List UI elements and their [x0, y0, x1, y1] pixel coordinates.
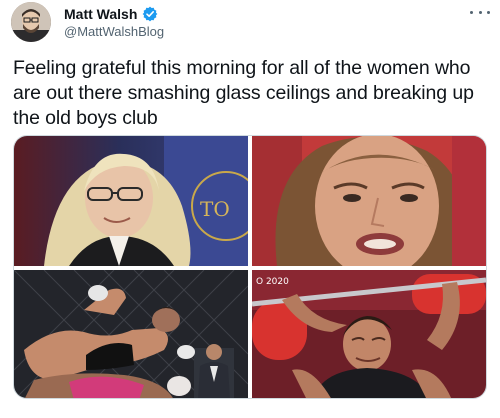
- tweet-text: Feeling grateful this morning for all of…: [13, 57, 474, 129]
- seal-text: TO: [200, 197, 230, 221]
- media-grid: TO O 2020: [13, 135, 487, 399]
- photo-top-left[interactable]: TO: [14, 136, 248, 266]
- verified-badge-icon: [142, 6, 158, 22]
- tweet-card: Matt Walsh @MattWalshBlog Feeling gratef…: [0, 0, 500, 418]
- author-handle[interactable]: @MattWalshBlog: [64, 24, 164, 39]
- author-avatar[interactable]: [11, 2, 51, 42]
- photo-bottom-right[interactable]: O 2020: [252, 270, 486, 398]
- avatar-image: [11, 2, 51, 42]
- author-display-name[interactable]: Matt Walsh: [64, 6, 137, 22]
- photo-top-right[interactable]: [252, 136, 486, 266]
- more-options-icon[interactable]: [470, 6, 490, 18]
- author-name-row: Matt Walsh: [64, 6, 158, 22]
- photo-bottom-left[interactable]: [14, 270, 248, 398]
- banner-text: O 2020: [256, 277, 289, 287]
